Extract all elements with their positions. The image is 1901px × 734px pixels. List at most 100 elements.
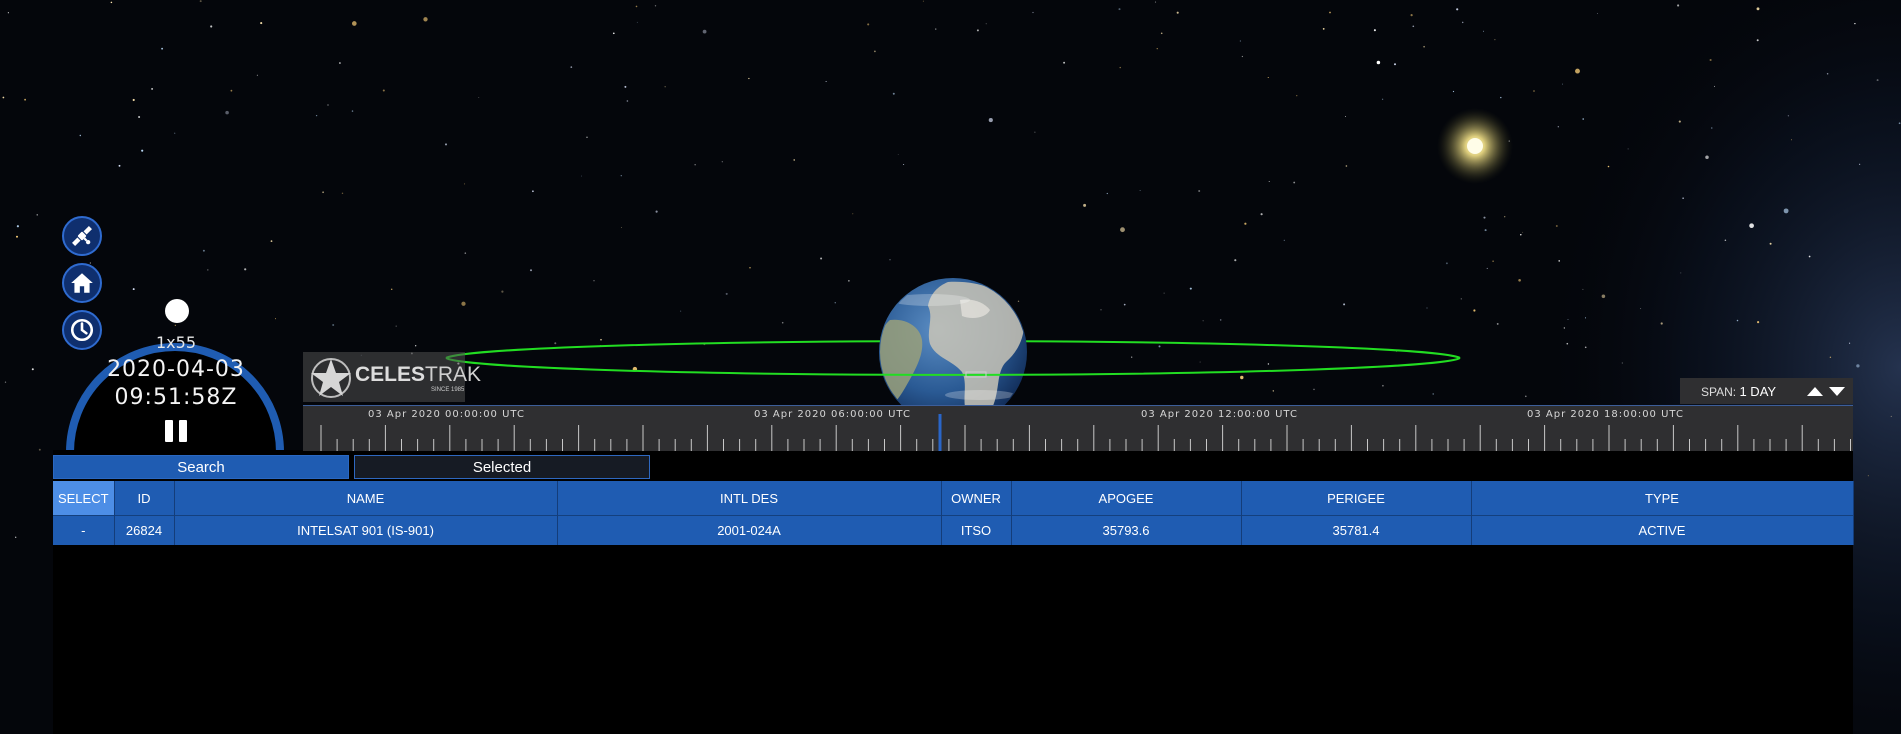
- star: [1322, 28, 1325, 30]
- star: [464, 183, 466, 185]
- star: [338, 62, 341, 64]
- star: [694, 164, 696, 166]
- star: [1382, 384, 1384, 387]
- cell-select[interactable]: -: [53, 515, 115, 545]
- star: [1876, 79, 1879, 82]
- star: [1533, 90, 1535, 92]
- star: [270, 240, 273, 242]
- star: [1267, 77, 1269, 78]
- star: [988, 118, 993, 123]
- satellite-button[interactable]: [62, 216, 102, 256]
- star: [655, 210, 658, 213]
- star: [1017, 300, 1020, 303]
- column-header-apogee[interactable]: APOGEE: [1011, 481, 1242, 516]
- star: [1791, 139, 1792, 141]
- star: [1345, 165, 1348, 167]
- column-header-select[interactable]: SELECT: [53, 481, 115, 516]
- tab-selected[interactable]: Selected: [354, 455, 650, 479]
- star: [1678, 120, 1681, 123]
- star: [620, 226, 622, 228]
- column-header-name[interactable]: NAME: [174, 481, 558, 516]
- star: [1582, 288, 1584, 290]
- column-header-owner[interactable]: OWNER: [941, 481, 1012, 516]
- star: [1445, 262, 1448, 265]
- star: [1423, 45, 1425, 48]
- star: [1163, 292, 1165, 294]
- star: [1567, 318, 1569, 321]
- star: [230, 89, 233, 92]
- cell-type: ACTIVE: [1471, 515, 1854, 545]
- star: [600, 338, 602, 341]
- star: [1343, 303, 1346, 306]
- star: [395, 325, 397, 327]
- star: [1034, 131, 1036, 133]
- star: [1711, 127, 1713, 129]
- star: [834, 302, 836, 304]
- star: [202, 249, 205, 252]
- column-header-id[interactable]: ID: [114, 481, 175, 516]
- earth-globe[interactable]: [878, 278, 1027, 426]
- star: [1198, 190, 1201, 192]
- star: [1787, 115, 1790, 117]
- column-header-perigee[interactable]: PERIGEE: [1241, 481, 1472, 516]
- timeline-current-marker[interactable]: [938, 414, 942, 451]
- column-header-intl-des[interactable]: INTL DES: [557, 481, 942, 516]
- star: [1736, 319, 1739, 322]
- star: [1522, 231, 1524, 233]
- dial-knob[interactable]: [165, 299, 189, 323]
- star: [1120, 227, 1125, 233]
- pause-icon[interactable]: [165, 418, 189, 444]
- star: [1829, 356, 1832, 358]
- column-header-type[interactable]: TYPE: [1471, 481, 1854, 516]
- star: [2, 96, 5, 99]
- star: [24, 98, 26, 101]
- star: [1296, 95, 1298, 97]
- star: [820, 257, 823, 260]
- star: [1240, 375, 1244, 380]
- star: [1494, 39, 1496, 41]
- star: [1621, 362, 1623, 364]
- star: [16, 225, 19, 228]
- star: [1769, 242, 1772, 245]
- sim-time: 09:51:58Z: [114, 385, 238, 410]
- star: [570, 66, 573, 68]
- star: [1849, 342, 1851, 344]
- star: [1373, 29, 1376, 32]
- star: [1660, 322, 1663, 325]
- star: [781, 321, 784, 324]
- cell-perigee: 35781.4: [1241, 515, 1472, 545]
- span-increase-icon[interactable]: [1807, 387, 1823, 396]
- tab-search[interactable]: Search: [53, 455, 349, 479]
- star: [922, 0, 924, 2]
- span-decrease-icon[interactable]: [1829, 387, 1845, 396]
- star: [935, 28, 937, 30]
- cell-intl-des: 2001-024A: [557, 515, 942, 545]
- timeline-bar[interactable]: 03 Apr 2020 00:00:00 UTC 03 Apr 2020 06:…: [303, 405, 1853, 451]
- star: [244, 268, 247, 271]
- star: [36, 214, 38, 216]
- star: [825, 81, 827, 82]
- star: [1555, 225, 1558, 227]
- star: [4, 381, 7, 383]
- star: [132, 288, 135, 291]
- star: [554, 342, 557, 345]
- star: [793, 159, 795, 161]
- star: [315, 114, 318, 117]
- star: [848, 280, 850, 282]
- table-row[interactable]: - 26824 INTELSAT 901 (IS-901) 2001-024A …: [53, 515, 1854, 545]
- celestrak-logo: CELESTRAK SINCE 1985: [303, 352, 481, 402]
- cell-id: 26824: [114, 515, 175, 545]
- star: [1329, 11, 1331, 14]
- star: [79, 134, 82, 137]
- star: [1241, 55, 1244, 58]
- star: [1756, 7, 1760, 11]
- star: [1597, 12, 1598, 14]
- home-button[interactable]: [62, 263, 102, 303]
- star: [1202, 320, 1204, 322]
- star: [31, 368, 34, 371]
- star: [89, 262, 91, 264]
- star: [889, 259, 891, 261]
- star: [581, 175, 582, 177]
- star: [721, 161, 723, 163]
- star: [680, 310, 682, 312]
